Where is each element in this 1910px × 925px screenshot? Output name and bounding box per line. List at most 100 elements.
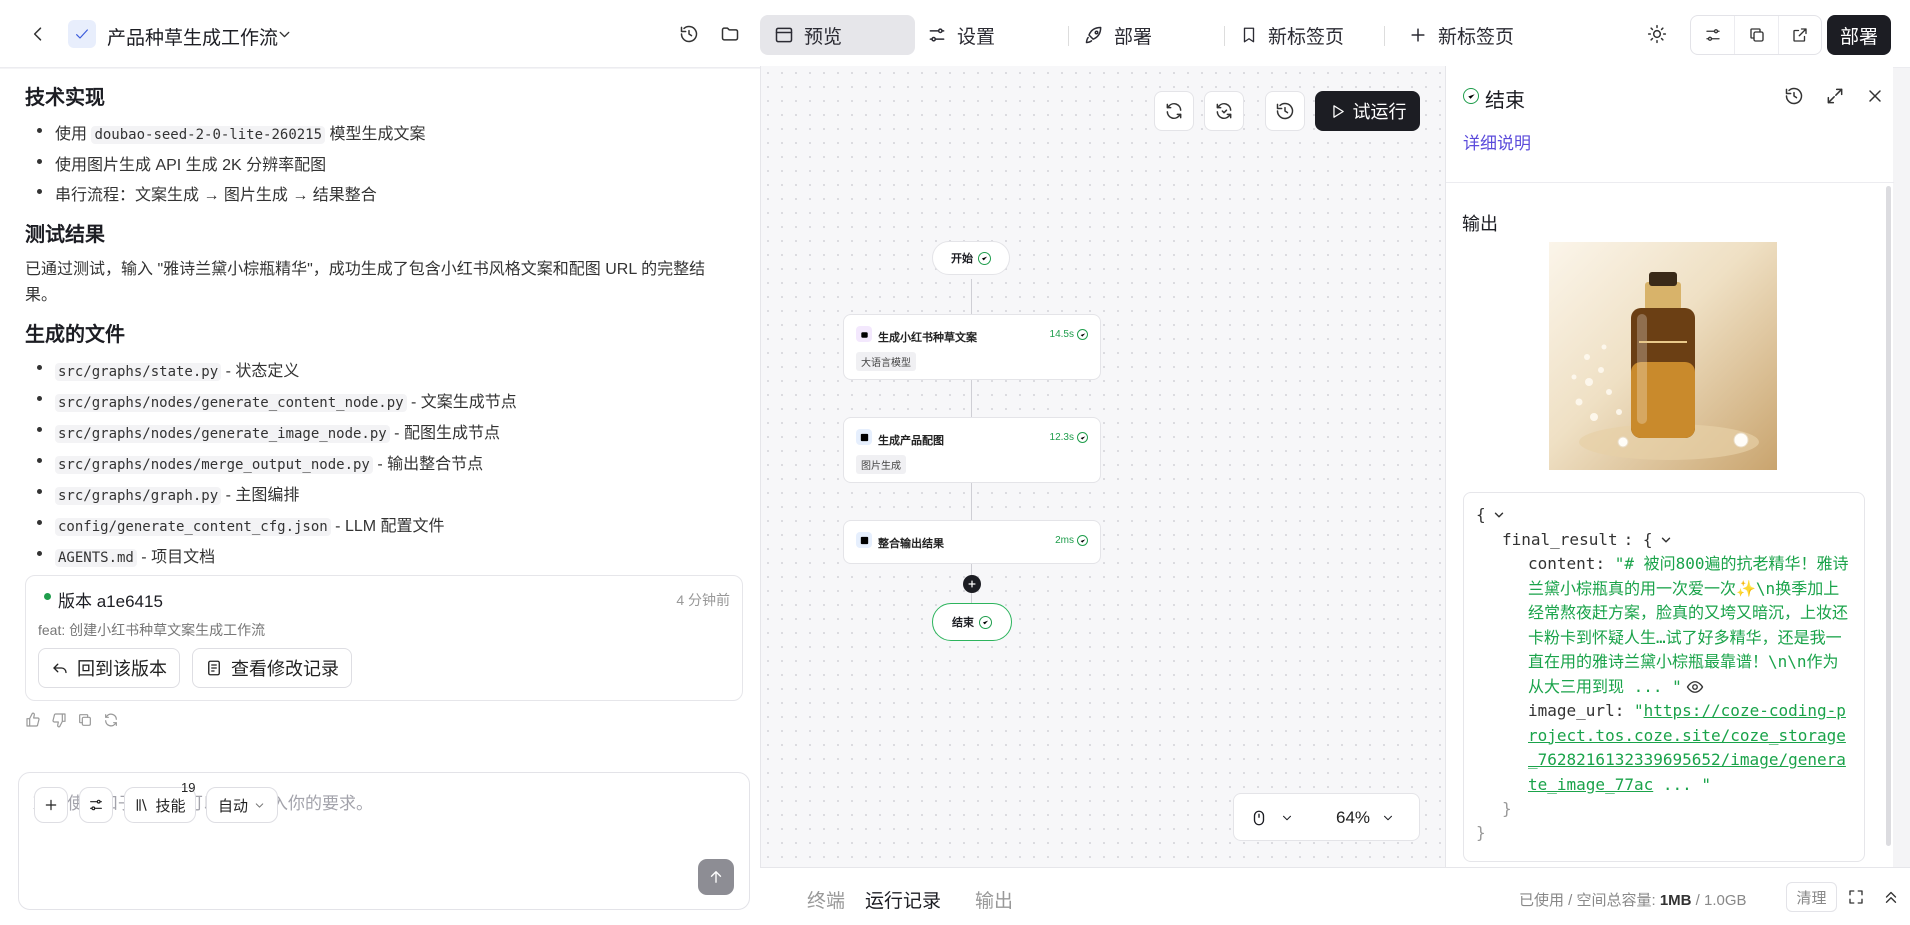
node-time: 12.3s — [1050, 432, 1088, 443]
revert-version-button[interactable]: 回到该版本 — [38, 648, 180, 688]
tab-settings[interactable]: 设置 — [913, 15, 1009, 55]
zoom-level[interactable]: 64% — [1336, 808, 1370, 828]
detail-link[interactable]: 详细说明 — [1463, 129, 1531, 154]
json-brace: } — [1502, 799, 1512, 818]
node-type-tag: 图片生成 — [856, 455, 906, 474]
arrow-up-icon — [707, 868, 725, 886]
image-url-link[interactable]: te_image_77ac — [1528, 775, 1653, 794]
collapse-up-icon[interactable] — [1882, 888, 1900, 906]
image-url-link[interactable]: https://coze-coding-p — [1644, 701, 1846, 720]
file-item: src/graphs/state.py - 状态定义 — [36, 357, 300, 381]
undo-arrow-icon — [51, 659, 69, 677]
json-string: ... " — [1653, 774, 1712, 794]
tab-new-1[interactable]: 新标签页 — [1226, 15, 1358, 55]
back-icon[interactable] — [28, 24, 48, 44]
mode-select[interactable]: 自动 — [206, 787, 278, 823]
node-detail-panel: 结束 详细说明 输出 { final_result: {content: "… — [1445, 66, 1894, 867]
settings-button[interactable] — [79, 787, 113, 823]
node-end[interactable]: 结束 — [932, 603, 1012, 641]
chevron-down-icon[interactable] — [1280, 811, 1294, 825]
history-icon — [1275, 101, 1295, 121]
node-merge-output[interactable]: 整合输出结果 2ms — [843, 520, 1101, 564]
file-item: src/graphs/nodes/generate_content_node.p… — [37, 388, 517, 412]
send-button[interactable] — [698, 859, 734, 895]
chevron-down-icon[interactable] — [1659, 533, 1673, 547]
tab-terminal[interactable]: 终端 — [807, 886, 845, 913]
node-type-tag: 大语言模型 — [856, 352, 916, 371]
node-duration: 14.5s — [1049, 329, 1074, 340]
image-url-link[interactable]: _7628216132339695652/image/genera — [1528, 748, 1858, 773]
skills-label: 技能 — [155, 797, 186, 815]
tab-run-log[interactable]: 运行记录 — [865, 886, 941, 913]
revert-label: 回到该版本 — [77, 659, 167, 679]
history-icon[interactable] — [1784, 86, 1804, 106]
success-check-icon — [1077, 329, 1088, 340]
history-icon[interactable] — [679, 24, 699, 44]
sliders-icon[interactable] — [1691, 16, 1734, 54]
view-history-button[interactable]: 查看修改记录 — [192, 648, 352, 688]
close-icon[interactable] — [1865, 86, 1885, 106]
node-generate-content[interactable]: 生成小红书种草文案 14.5s 大语言模型 — [843, 314, 1101, 380]
test-run-button[interactable]: 试运行 — [1315, 91, 1420, 131]
tab-output[interactable]: 输出 — [975, 886, 1013, 913]
thumbs-down-icon[interactable] — [51, 712, 67, 728]
tab-deploy-label: 部署 — [1114, 26, 1153, 48]
tab-deploy[interactable]: 部署 — [1070, 15, 1166, 55]
add-node-button[interactable] — [963, 575, 981, 593]
project-name[interactable]: 产品种草生成工作流 — [107, 23, 278, 50]
chevron-down-icon[interactable] — [1492, 508, 1506, 522]
list-text: 使用 — [55, 126, 92, 143]
node-start[interactable]: 开始 — [932, 241, 1010, 275]
output-label: 输出 — [1462, 214, 1498, 234]
mouse-icon[interactable] — [1250, 808, 1268, 828]
copy-icon[interactable] — [1734, 16, 1777, 54]
eye-icon[interactable] — [1686, 678, 1704, 696]
node-generate-image[interactable]: 生成产品配图 12.3s 图片生成 — [843, 417, 1101, 483]
deploy-button[interactable]: 部署 — [1827, 15, 1891, 55]
json-brace: { — [1476, 505, 1486, 524]
folder-icon[interactable] — [720, 24, 740, 44]
storage-usage: 已使用 / 空间总容量: 1MB / 1.0GB — [1519, 889, 1747, 910]
output-image[interactable] — [1549, 242, 1777, 470]
document-icon — [205, 659, 223, 677]
expand-icon[interactable] — [1825, 86, 1845, 106]
json-output-viewer[interactable]: { final_result: { content: "# 被问800遍的抗老精… — [1463, 492, 1865, 862]
tab-new-2[interactable]: 新标签页 — [1394, 15, 1528, 55]
file-item: AGENTS.md - 项目文档 — [36, 543, 215, 567]
chevron-down-icon[interactable] — [276, 26, 293, 43]
list-text: 串行流程：文案生成 → 图片生成 → 结果整合 — [55, 187, 377, 204]
json-content-field: content: "# 被问800遍的抗老精华！雅诗 兰黛小棕瓶真的用一次爱一次… — [1528, 552, 1858, 797]
image-url-link[interactable]: roject.tos.coze.site/coze_storage — [1528, 724, 1858, 749]
clear-button[interactable]: 清理 — [1786, 882, 1837, 912]
node-duration: 2ms — [1055, 535, 1074, 546]
regenerate-icon[interactable] — [103, 712, 119, 728]
file-item: config/generate_content_cfg.json - LLM 配… — [37, 512, 445, 536]
json-string: 直在用的雅诗兰黛小棕瓶最靠谱！\n\n作为 — [1528, 652, 1839, 671]
storage-total: 1.0GB — [1704, 892, 1747, 909]
file-desc: - 状态定义 — [221, 363, 300, 380]
chevron-down-icon[interactable] — [1381, 811, 1395, 825]
code-node-icon — [856, 429, 872, 445]
add-attachment-button[interactable] — [34, 787, 68, 823]
file-path: src/graphs/state.py — [55, 363, 222, 381]
fullscreen-icon[interactable] — [1847, 888, 1865, 906]
reload-button[interactable] — [1204, 91, 1244, 131]
json-line: image_url: "https://coze-coding-p — [1528, 701, 1846, 720]
tab-preview[interactable]: 预览 — [760, 15, 915, 55]
run-history-button[interactable] — [1265, 91, 1305, 131]
sync-button[interactable] — [1154, 91, 1194, 131]
json-line: final_result: { — [1502, 528, 1673, 553]
theme-sun-icon[interactable] — [1647, 24, 1667, 44]
workflow-canvas[interactable]: 试运行 开始 生成小红书种草文案 14.5s 大语言模型 生成产品配图 12.3… — [760, 66, 1445, 867]
copy-icon[interactable] — [77, 712, 93, 728]
history-label: 查看修改记录 — [231, 659, 339, 679]
panel-scrollbar[interactable] — [1886, 186, 1891, 846]
external-link-icon[interactable] — [1777, 16, 1821, 54]
thumbs-up-icon[interactable] — [25, 712, 41, 728]
panel-title: 结束 — [1485, 90, 1525, 112]
play-icon — [1329, 103, 1346, 120]
bookmark-icon — [1240, 25, 1258, 45]
refresh-icon — [1164, 101, 1184, 121]
file-path: src/graphs/nodes/generate_content_node.p… — [55, 394, 407, 412]
success-check-icon — [1077, 535, 1088, 546]
